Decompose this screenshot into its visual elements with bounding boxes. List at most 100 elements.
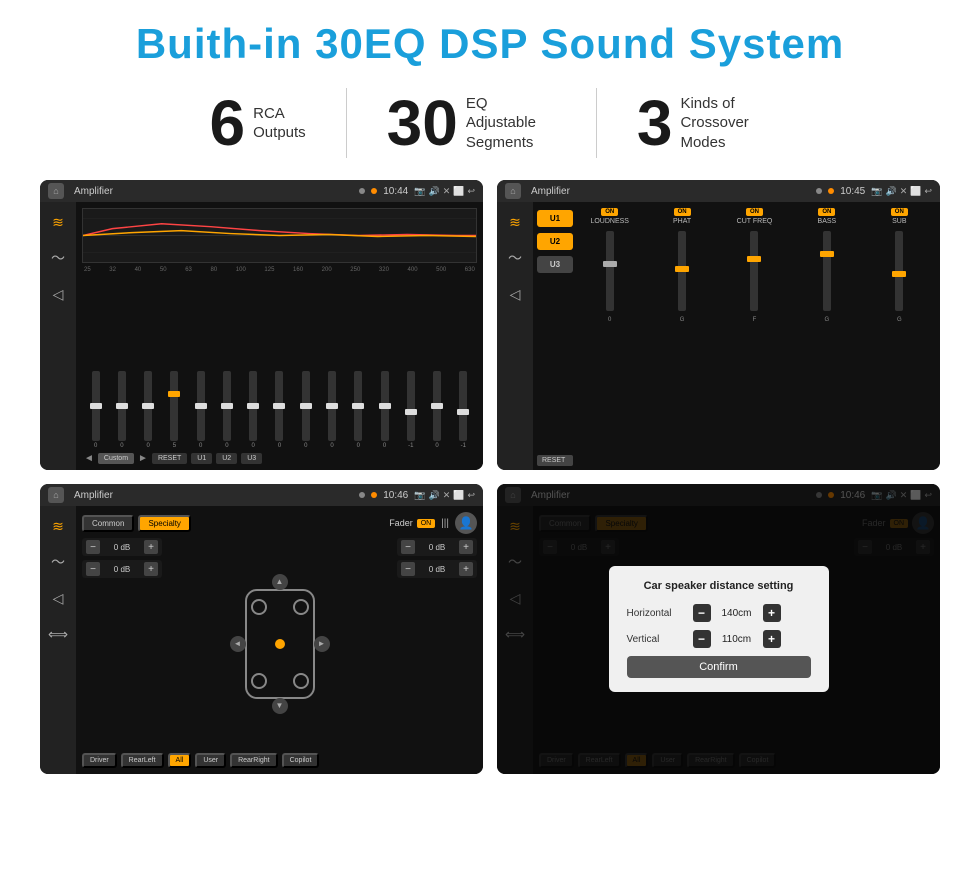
fader-sidebar-icon-3[interactable]: ◁ (46, 586, 70, 610)
stat-crossover-label: Kinds ofCrossover Modes (680, 94, 770, 153)
fader-sidebar-icon-4[interactable]: ⟺ (46, 622, 70, 646)
eq-u2-btn[interactable]: U2 (216, 453, 237, 464)
crossover-u1-btn[interactable]: U1 (537, 210, 573, 227)
fader-screen-title: Amplifier (74, 490, 353, 501)
stat-crossover-number: 3 (637, 91, 673, 155)
eq-slider-8: 0 (294, 371, 317, 449)
fader-on-badge[interactable]: ON (417, 519, 436, 528)
fader-all-btn[interactable]: All (168, 753, 192, 768)
fader-rearleft-btn[interactable]: RearLeft (121, 753, 164, 768)
eq-screen-card: ⌂ Amplifier 10:44 📷 🔊 ✕ ⬜ ↩ ≋ 〜 ◁ (40, 180, 483, 470)
eq-slider-1: 0 (110, 371, 133, 449)
fader-screen-card: ⌂ Amplifier 10:46 📷 🔊 ✕ ⬜ ↩ ≋ 〜 ◁ (40, 484, 483, 774)
fader-sidebar-icon-1[interactable]: ≋ (46, 514, 70, 538)
arrow-left-btn[interactable]: ◄ (230, 636, 246, 652)
eq-prev-btn[interactable]: ◄ (84, 453, 94, 464)
fader-vol-plus-1[interactable]: + (144, 540, 158, 554)
fader-vol-plus-4[interactable]: + (459, 562, 473, 576)
fader-vol-val-4: 0 dB (418, 565, 456, 574)
cutfreq-on-badge[interactable]: ON (746, 208, 763, 216)
fader-vol-val-1: 0 dB (103, 543, 141, 552)
speaker-tl (251, 599, 267, 615)
back-icon-2: ↩ (924, 186, 932, 197)
eq-u3-btn[interactable]: U3 (241, 453, 262, 464)
eq-slider-10: 0 (347, 371, 370, 449)
arrow-right-btn[interactable]: ► (314, 636, 330, 652)
crossover-u3-btn[interactable]: U3 (537, 256, 573, 273)
cutfreq-label: CUT FREQ (737, 218, 773, 225)
eq-sidebar-icon-1[interactable]: ≋ (46, 210, 70, 234)
crossover-u2-btn[interactable]: U2 (537, 233, 573, 250)
crossover-sidebar-icon-2[interactable]: 〜 (503, 246, 527, 270)
fader-vol-minus-2[interactable]: − (86, 562, 100, 576)
crossover-sidebar-icon-3[interactable]: ◁ (503, 282, 527, 306)
fader-sidebar-icon-2[interactable]: 〜 (46, 550, 70, 574)
fader-vol-minus-4[interactable]: − (401, 562, 415, 576)
distance-horizontal-minus[interactable]: − (693, 604, 711, 622)
distance-horizontal-plus[interactable]: + (763, 604, 781, 622)
fader-left-volumes: − 0 dB + − 0 dB + (82, 538, 162, 749)
screenshots-grid: ⌂ Amplifier 10:44 📷 🔊 ✕ ⬜ ↩ ≋ 〜 ◁ (40, 180, 940, 774)
fader-copilot-btn[interactable]: Copilot (282, 753, 320, 768)
fader-bottom-buttons: Driver RearLeft All User RearRight Copil… (82, 753, 477, 768)
eq-custom-btn[interactable]: Custom (98, 453, 134, 464)
stats-row: 6 RCAOutputs 30 EQ AdjustableSegments 3 … (40, 88, 940, 158)
status-dot-1a (359, 188, 365, 194)
fader-driver-btn[interactable]: Driver (82, 753, 117, 768)
distance-vertical-plus[interactable]: + (763, 630, 781, 648)
eq-sidebar-icon-2[interactable]: 〜 (46, 246, 70, 270)
fader-vol-minus-1[interactable]: − (86, 540, 100, 554)
distance-vertical-minus[interactable]: − (693, 630, 711, 648)
eq-bottom-bar: ◄ Custom ► RESET U1 U2 U3 (82, 449, 477, 464)
eq-slider-4: 0 (189, 371, 212, 449)
eq-label-100: 100 (236, 267, 246, 273)
fader-specialty-tab[interactable]: Specialty (138, 515, 190, 532)
speaker-icon-3: 🔊 (428, 490, 439, 501)
loudness-on-badge[interactable]: ON (601, 208, 618, 216)
eq-label-320: 320 (379, 267, 389, 273)
arrow-down-btn[interactable]: ▼ (272, 698, 288, 714)
crossover-main: U1 U2 U3 RESET ON LOUDNESS 0 ON (533, 202, 940, 470)
fader-user-btn[interactable]: User (195, 753, 226, 768)
rect-icon-3: ⬜ (453, 490, 464, 501)
cross-col-sub: ON SUB G (865, 208, 934, 464)
distance-vertical-label: Vertical (627, 634, 687, 645)
fader-vol-minus-3[interactable]: − (401, 540, 415, 554)
eq-label-63: 63 (185, 267, 192, 273)
car-diagram: ▲ ▼ ◄ ► (230, 574, 330, 714)
speaker-icon-1: 🔊 (428, 186, 439, 197)
eq-label-160: 160 (293, 267, 303, 273)
bass-label: BASS (818, 218, 837, 225)
bass-on-badge[interactable]: ON (818, 208, 835, 216)
fader-vol-plus-3[interactable]: + (459, 540, 473, 554)
fader-vol-row-4: − 0 dB + (397, 560, 477, 578)
sub-on-badge[interactable]: ON (891, 208, 908, 216)
crossover-sidebar-icon-1[interactable]: ≋ (503, 210, 527, 234)
distance-confirm-button[interactable]: Confirm (627, 656, 811, 678)
eq-main: 25 32 40 50 63 80 100 125 160 200 250 32… (76, 202, 483, 470)
crossover-status-bar: ⌂ Amplifier 10:45 📷 🔊 ✕ ⬜ ↩ (497, 180, 940, 202)
back-icon-3: ↩ (467, 490, 475, 501)
fader-person-icon: 👤 (455, 512, 477, 534)
eq-label-40: 40 (135, 267, 142, 273)
fader-vol-row-1: − 0 dB + (82, 538, 162, 556)
status-dot-3a (359, 492, 365, 498)
home-icon-2: ⌂ (505, 183, 521, 199)
fader-common-tab[interactable]: Common (82, 515, 134, 532)
crossover-status-icons: 📷 🔊 ✕ ⬜ ↩ (871, 186, 932, 197)
eq-u1-btn[interactable]: U1 (191, 453, 212, 464)
crossover-screen-title: Amplifier (531, 186, 810, 197)
fader-top-bar: Common Specialty Fader ON ||| 👤 (82, 512, 477, 534)
eq-graph (82, 208, 477, 263)
eq-next-btn[interactable]: ► (138, 453, 148, 464)
crossover-reset-btn[interactable]: RESET (537, 455, 573, 466)
fader-rearright-btn[interactable]: RearRight (230, 753, 278, 768)
eq-label-125: 125 (264, 267, 274, 273)
arrow-up-btn[interactable]: ▲ (272, 574, 288, 590)
eq-sidebar-icon-3[interactable]: ◁ (46, 282, 70, 306)
eq-slider-9: 0 (320, 371, 343, 449)
phat-on-badge[interactable]: ON (674, 208, 691, 216)
fader-vol-plus-2[interactable]: + (144, 562, 158, 576)
eq-reset-btn[interactable]: RESET (152, 453, 187, 464)
phat-label: PHAT (673, 218, 691, 225)
